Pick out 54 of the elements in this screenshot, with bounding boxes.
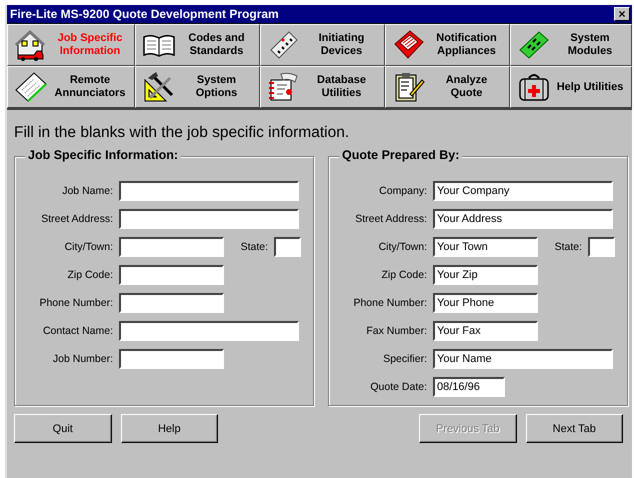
input-field[interactable]: Your Address xyxy=(433,209,613,229)
input-field[interactable]: Your Fax xyxy=(433,321,538,341)
input-field[interactable]: 08/16/96 xyxy=(433,377,505,397)
field-label: Specifier: xyxy=(382,353,427,365)
house-icon xyxy=(14,28,48,62)
panel-icon xyxy=(14,70,48,104)
input-field[interactable] xyxy=(119,209,299,229)
toolbar-tab[interactable]: System Modules xyxy=(510,24,632,66)
field-label: Quote Date: xyxy=(369,381,427,393)
group-title: Quote Prepared By: xyxy=(339,148,462,162)
input-field[interactable] xyxy=(119,237,224,257)
toolbar-tab[interactable]: Codes and Standards xyxy=(135,24,260,66)
field-label: Street Address: xyxy=(354,213,427,225)
input-field[interactable]: Your Name xyxy=(433,349,613,369)
toolbar-tab[interactable]: System Options xyxy=(135,66,260,108)
push-button[interactable]: Help xyxy=(120,414,218,443)
input-field[interactable]: Your Company xyxy=(433,181,613,201)
input-field[interactable]: Your Phone xyxy=(433,293,538,313)
field-label: State: xyxy=(554,241,582,253)
tools-icon xyxy=(142,70,176,104)
push-button[interactable]: Quit xyxy=(14,414,112,443)
toolbar-tab[interactable]: Remote Annunciators xyxy=(7,66,135,108)
input-field[interactable]: Your Town xyxy=(433,237,538,257)
toolbar-tab[interactable]: Analyze Quote xyxy=(385,66,510,108)
input-field[interactable] xyxy=(119,265,224,285)
input-field[interactable] xyxy=(119,349,224,369)
window-title: Fire-Lite MS-9200 Quote Development Program xyxy=(10,7,279,21)
field-label: Phone Number: xyxy=(352,297,427,309)
field-label: Job Number: xyxy=(52,353,113,365)
field-label: City/Town: xyxy=(378,241,427,253)
push-button[interactable]: Next Tab xyxy=(526,414,623,443)
field-label: Fax Number: xyxy=(365,325,427,337)
field-label: Company: xyxy=(378,185,427,197)
input-field[interactable]: Your Zip xyxy=(433,265,538,285)
toolbar-tab[interactable]: Initiating Devices xyxy=(260,24,385,66)
instruction-text: Fill in the blanks with the job specific information. xyxy=(14,124,350,142)
input-field[interactable] xyxy=(588,237,615,257)
field-label: State: xyxy=(240,241,268,253)
field-label: Zip Code: xyxy=(66,269,113,281)
input-field[interactable] xyxy=(119,181,299,201)
input-field[interactable] xyxy=(119,293,224,313)
group-title: Job Specific Information: xyxy=(25,148,182,162)
input-field[interactable] xyxy=(119,321,299,341)
field-label: Street Address: xyxy=(40,213,113,225)
toolbar-tab[interactable]: Notification Appliances xyxy=(385,24,510,66)
field-label: Phone Number: xyxy=(38,297,113,309)
field-label: Job Name: xyxy=(61,185,113,197)
field-label: Contact Name: xyxy=(42,325,113,337)
toolbar-tab[interactable]: Database Utilities xyxy=(260,66,385,108)
field-label: City/Town: xyxy=(64,241,113,253)
close-button[interactable]: × xyxy=(614,7,630,21)
toolbar-tab[interactable]: Help Utilities xyxy=(510,66,632,108)
input-field[interactable] xyxy=(274,237,301,257)
field-label: Zip Code: xyxy=(380,269,427,281)
